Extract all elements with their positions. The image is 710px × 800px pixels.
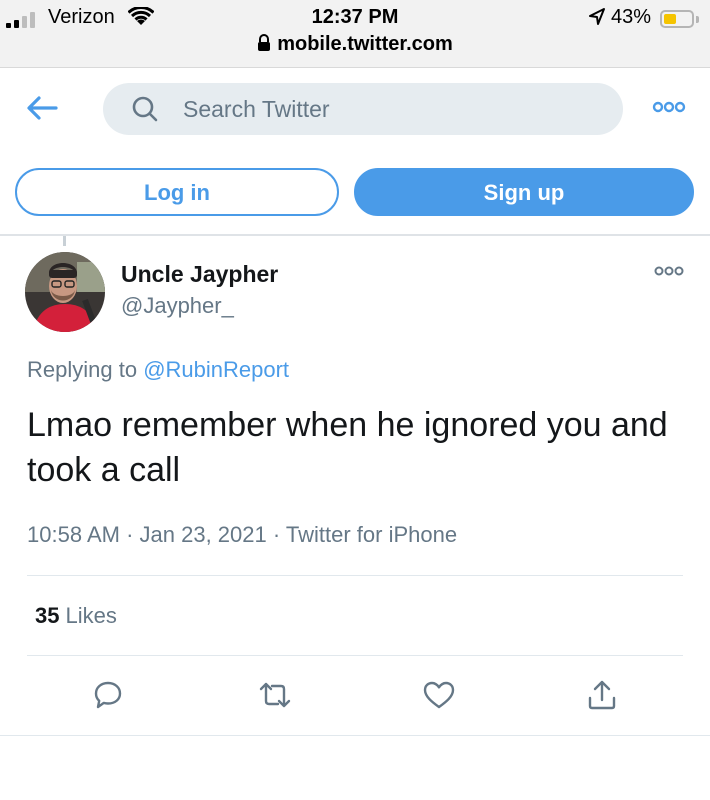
login-button[interactable]: Log in bbox=[15, 168, 339, 216]
signup-button[interactable]: Sign up bbox=[354, 168, 694, 216]
battery-percent: 43% bbox=[611, 6, 652, 28]
likes-count[interactable]: 35 Likes bbox=[35, 603, 117, 629]
retweet-icon[interactable] bbox=[257, 679, 293, 711]
meta-separator: · bbox=[119, 522, 140, 547]
tweet-more-icon[interactable] bbox=[654, 265, 684, 277]
browser-top-bar: Verizon 12:37 PM 43% mobile.twitter.com bbox=[0, 0, 710, 68]
back-arrow-icon[interactable] bbox=[24, 92, 60, 124]
search-box[interactable] bbox=[103, 83, 623, 135]
share-icon[interactable] bbox=[586, 679, 618, 711]
avatar[interactable] bbox=[25, 252, 105, 332]
meta-separator: · bbox=[266, 522, 286, 547]
actions-divider bbox=[0, 735, 710, 736]
url-text: mobile.twitter.com bbox=[277, 33, 453, 55]
more-icon[interactable] bbox=[652, 100, 686, 114]
search-input[interactable] bbox=[183, 83, 603, 135]
header-divider bbox=[0, 234, 710, 236]
meta-divider bbox=[27, 575, 683, 576]
like-icon[interactable] bbox=[422, 679, 456, 711]
display-name[interactable]: Uncle Jaypher bbox=[121, 261, 278, 288]
tweet-time[interactable]: 10:58 AM bbox=[27, 522, 120, 547]
url-bar[interactable]: mobile.twitter.com bbox=[0, 33, 710, 56]
likes-divider bbox=[27, 655, 683, 656]
lock-icon bbox=[258, 34, 271, 51]
likes-number: 35 bbox=[35, 603, 60, 628]
battery-icon bbox=[660, 10, 694, 28]
tweet-source[interactable]: Twitter for iPhone bbox=[286, 522, 457, 547]
user-handle[interactable]: @Jaypher_ bbox=[121, 293, 234, 319]
replying-prefix: Replying to bbox=[27, 357, 144, 382]
tweet-date[interactable]: Jan 23, 2021 bbox=[140, 522, 267, 547]
tweet-text: Lmao remember when he ignored you and to… bbox=[27, 406, 668, 489]
tweet-meta: 10:58 AM · Jan 23, 2021 · Twitter for iP… bbox=[27, 522, 457, 548]
replying-to: Replying to @RubinReport bbox=[27, 357, 289, 383]
location-icon bbox=[589, 8, 605, 25]
battery-tip bbox=[696, 16, 699, 23]
reply-icon[interactable] bbox=[92, 679, 124, 711]
status-bar: Verizon 12:37 PM 43% bbox=[0, 6, 710, 32]
replying-to-mention[interactable]: @RubinReport bbox=[143, 357, 289, 382]
thread-connector bbox=[63, 236, 66, 246]
search-icon bbox=[132, 96, 158, 122]
likes-label: Likes bbox=[65, 603, 117, 628]
